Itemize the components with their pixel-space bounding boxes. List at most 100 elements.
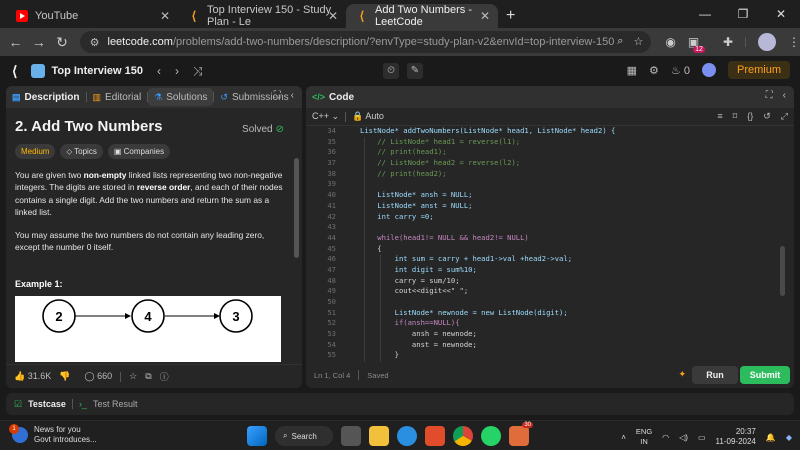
code-line: 40 ListNode* ansh = NULL; [306,190,788,201]
autocomplete-toggle[interactable]: 🔒 Auto [352,111,384,122]
windows-start-icon[interactable] [247,426,267,446]
description-scrollbar[interactable] [294,158,299,258]
copilot-icon[interactable]: ◆ [786,433,792,442]
align-icon[interactable]: ≡ [717,111,722,122]
favorite-star-icon[interactable]: ☆ [129,371,137,382]
close-tab-icon[interactable]: ✕ [160,9,170,23]
fullscreen-icon[interactable]: ⤢ [781,111,788,122]
dislike-button[interactable]: 👎 [59,371,70,382]
next-problem-icon[interactable]: › [175,64,179,78]
premium-button[interactable]: Premium [727,61,790,79]
user-avatar[interactable] [701,63,716,77]
news-badge: 1 [9,424,19,434]
puzzle-icon[interactable]: ✚ [723,35,733,49]
bookmark-star-icon[interactable]: ☆ [633,35,643,48]
vscode-icon[interactable] [397,426,417,446]
shuffle-icon[interactable]: ⤨ [193,64,203,79]
forward-icon[interactable]: → [27,34,50,50]
address-bar[interactable]: ⚙ leetcode.com/problems/add-two-numbers/… [79,31,652,53]
extension-icon[interactable]: ▣12 [688,35,711,53]
settings-gear-icon[interactable]: ⚙ [649,64,659,77]
idea-icon[interactable]: ✦ [678,369,686,380]
code-text: // ListNode* head2 = reverse(l2); [360,158,521,168]
timer-icon[interactable]: ⏲ [383,63,399,79]
wifi-icon[interactable]: ◠ [662,433,669,442]
close-window-icon[interactable]: ✕ [762,0,800,28]
line-number: 44 [327,232,336,242]
chrome-icon[interactable] [453,426,473,446]
close-tab-icon[interactable]: ✕ [480,9,490,23]
collapse-panel-icon[interactable]: ‹ [291,90,294,101]
prev-problem-icon[interactable]: ‹ [157,64,161,78]
profile-avatar[interactable] [758,33,777,51]
share-icon[interactable]: ⧉ [145,371,151,382]
code-line: 37 // ListNode* head2 = reverse(l2); [306,158,788,169]
help-icon[interactable]: ⓘ [160,370,169,383]
news-widget[interactable]: 1 News for you Govt introduces... [9,424,97,445]
taskbar-search[interactable]: ⌕ Search [275,426,333,446]
tab-test-result[interactable]: Test Result [93,399,138,409]
tab-description[interactable]: ▤ Description [6,88,86,106]
browser-tab-study-plan[interactable]: ⟨ Top Interview 150 - Study Plan - Le ✕ [178,4,346,28]
browser-tab-youtube[interactable]: YouTube ✕ [6,4,178,28]
chevron-up-icon[interactable]: ˄ [621,433,626,442]
tab-testcase[interactable]: Testcase [28,399,66,409]
back-icon[interactable]: ← [4,34,27,50]
new-tab-button[interactable]: + [506,4,515,28]
leetcode-logo-icon[interactable]: ⟨ [12,63,17,80]
maximize-panel-icon[interactable]: ⛶ [274,90,281,101]
description-footer: 👍 31.6K 👎 ◯ 660 ☆ ⧉ ⓘ [6,364,302,388]
reset-icon[interactable]: ↺ [763,111,771,122]
tab-solutions[interactable]: ⚗ Solutions [148,88,214,106]
mail-app-icon[interactable]: 30 [509,422,533,446]
clock[interactable]: 20:37 11-09-2024 [716,427,756,447]
menu-kebab-icon[interactable]: ⋮ [788,35,800,49]
tab-code[interactable]: </> Code [306,88,360,106]
line-number: 49 [327,286,336,296]
code-editor[interactable]: 34 ListNode* addTwoNumbers(ListNode* head… [306,126,788,362]
language-select[interactable]: C++ ⌄ [312,111,339,122]
site-info-icon[interactable]: ⚙ [90,36,100,49]
store-icon[interactable] [425,426,445,446]
divider [358,370,360,380]
topics-chip[interactable]: ⬦ Topics [60,144,103,159]
close-tab-icon[interactable]: ✕ [328,9,338,23]
divider [745,37,747,47]
study-plan-title[interactable]: Top Interview 150 [51,65,143,77]
whatsapp-icon[interactable] [481,426,501,446]
tab-title: Top Interview 150 - Study Plan - Le [207,4,332,28]
battery-icon[interactable]: ▭ [698,433,706,442]
bookmark-icon[interactable]: ⌑ [733,111,738,122]
volume-icon[interactable]: ◁) [679,433,688,442]
browser-tab-add-two-numbers[interactable]: ⟨ Add Two Numbers - LeetCode ✕ [346,4,498,28]
editor-scrollbar[interactable] [780,246,785,296]
like-button[interactable]: 👍 31.6K [14,371,51,382]
notification-bell-icon[interactable]: 🔔 [766,433,776,442]
task-view-icon[interactable] [341,426,361,446]
minimize-icon[interactable]: — [686,0,724,28]
companies-chip[interactable]: ▣ Companies [107,144,171,159]
code-text: // print(head1); [360,147,447,157]
tab-editorial[interactable]: ▥ Editorial [87,88,148,106]
maximize-icon[interactable]: ❐ [724,0,762,28]
code-text: ListNode* newnode = new ListNode(digit); [360,307,568,317]
comments-button[interactable]: ◯ 660 [84,371,112,382]
maximize-panel-icon[interactable]: ⛶ [766,90,773,101]
run-button[interactable]: Run [692,366,738,384]
streak-counter[interactable]: ♨ 0 [671,64,690,77]
submit-button[interactable]: Submit [740,366,790,384]
language-indicator[interactable]: ENG IN [636,427,652,447]
braces-icon[interactable]: {} [747,111,753,122]
line-number: 51 [327,307,336,317]
incognito-icon[interactable]: ◉ [665,35,675,49]
time-text: 20:37 [735,427,756,436]
reload-icon[interactable]: ↻ [50,34,73,51]
notes-icon[interactable]: ✎ [407,63,423,79]
flask-icon: ⚗ [154,91,163,102]
difficulty-chip[interactable]: Medium [15,144,56,159]
code-line: 50 [306,297,788,308]
collapse-panel-icon[interactable]: ‹ [783,90,786,101]
layout-grid-icon[interactable]: ▦ [627,64,637,77]
file-explorer-icon[interactable] [369,426,389,446]
zoom-icon[interactable]: ⌕ [617,35,623,48]
